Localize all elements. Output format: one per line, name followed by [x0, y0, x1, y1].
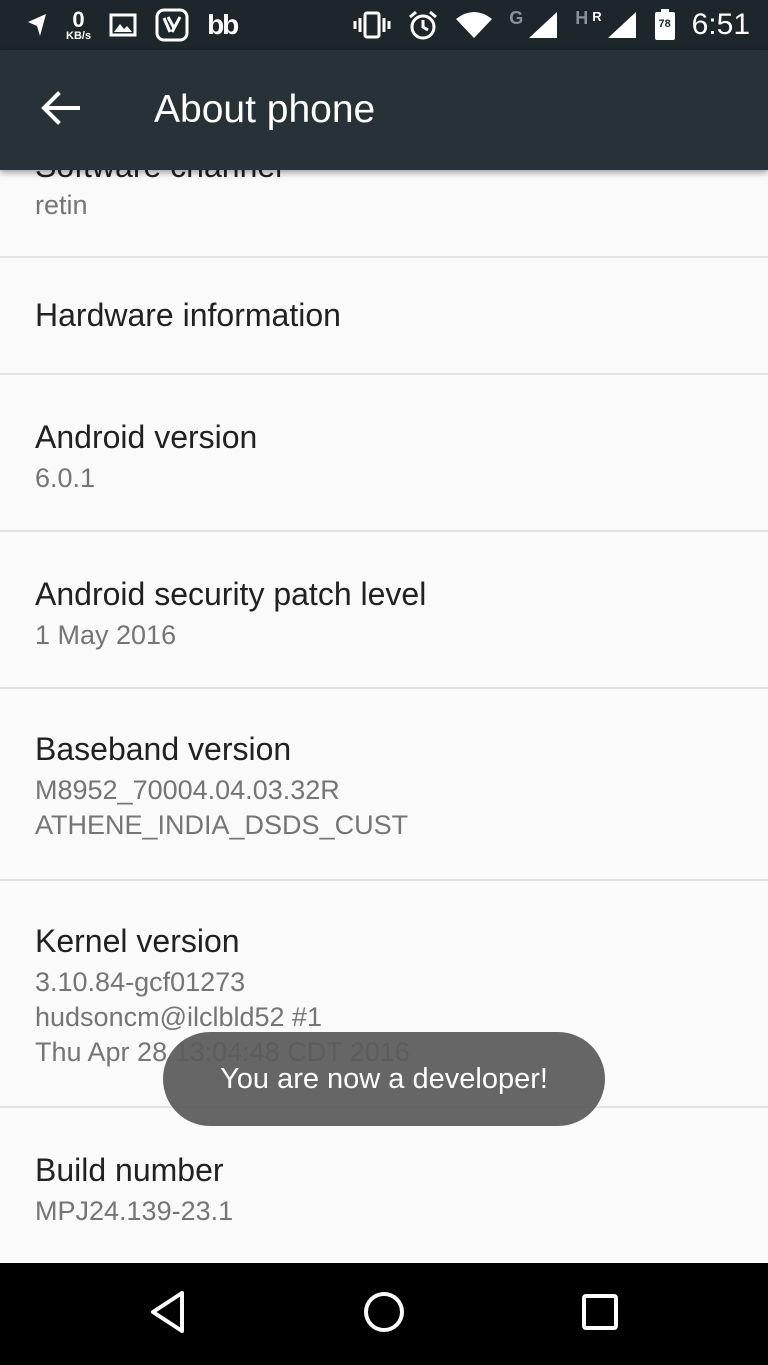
status-system: G H R 78 6:51 — [353, 8, 750, 42]
vibrate-icon — [353, 11, 391, 39]
nav-back-button[interactable] — [128, 1274, 208, 1354]
app-icon — [155, 8, 189, 42]
list-item-summary: 1 May 2016 — [35, 620, 177, 650]
list-item-security-patch[interactable]: Android security patch level 1 May 2016 — [0, 532, 768, 689]
signal-icon — [527, 10, 559, 40]
list-item-title: Software channel — [35, 170, 282, 185]
list-item-title: Build number — [35, 1152, 224, 1188]
network-type-g: G — [509, 7, 524, 28]
navigation-bar — [0, 1263, 768, 1365]
list-item-title: Baseband version — [35, 731, 292, 767]
battery-icon: 78 — [654, 9, 676, 41]
page-title: About phone — [154, 88, 376, 131]
nav-recents-button[interactable] — [560, 1274, 640, 1354]
list-item-summary: 6.0.1 — [35, 463, 96, 493]
image-icon — [109, 13, 137, 37]
network-speed-value: 0 — [72, 6, 85, 32]
list-item-title: Kernel version — [35, 923, 240, 959]
signal-icon — [606, 10, 638, 40]
bb-app-label: bb — [207, 9, 239, 40]
list-item-android-version[interactable]: Android version 6.0.1 — [0, 375, 768, 532]
wifi-icon — [455, 11, 493, 39]
list-item-summary: ATHENE_INDIA_DSDS_CUST — [35, 810, 409, 840]
battery-level: 78 — [658, 18, 671, 30]
arrow-left-icon — [40, 90, 80, 130]
list-item-title: Android version — [35, 419, 258, 455]
nav-home-button[interactable] — [344, 1274, 424, 1354]
status-clock: 6:51 — [691, 8, 750, 41]
network-speed: 0 KB/s — [66, 6, 92, 42]
toast-message: You are now a developer! — [163, 1032, 605, 1126]
list-item-title: Hardware information — [35, 297, 341, 333]
list-item-title: Android security patch level — [35, 576, 427, 612]
back-button[interactable] — [28, 78, 92, 142]
roaming-indicator: R — [592, 8, 602, 24]
status-notifications: 0 KB/s bb — [26, 6, 239, 42]
list-item-summary: 3.10.84-gcf01273 — [35, 967, 246, 997]
network-type-h: H — [575, 7, 589, 28]
list-item-baseband-version[interactable]: Baseband version M8952_70004.04.03.32R A… — [0, 689, 768, 881]
network-speed-unit: KB/s — [66, 29, 92, 42]
list-item-software-channel[interactable]: Software channel retin — [0, 170, 768, 258]
list-item-summary: M8952_70004.04.03.32R — [35, 775, 340, 805]
home-icon — [362, 1290, 406, 1339]
list-item-build-number[interactable]: Build number MPJ24.139-23.1 — [0, 1108, 768, 1263]
app-bar: About phone — [0, 50, 768, 170]
alarm-icon — [407, 9, 439, 41]
navigation-icon — [26, 12, 48, 38]
list-item-hardware-information[interactable]: Hardware information — [0, 258, 768, 375]
recents-icon — [580, 1292, 620, 1337]
status-bar: 0 KB/s bb G H R 78 6:51 — [0, 0, 768, 50]
list-item-summary: MPJ24.139-23.1 — [35, 1196, 234, 1226]
list-item-summary: hudsoncm@ilclbld52 #1 — [35, 1002, 323, 1032]
back-icon — [148, 1290, 188, 1339]
list-item-summary: retin — [35, 190, 88, 220]
